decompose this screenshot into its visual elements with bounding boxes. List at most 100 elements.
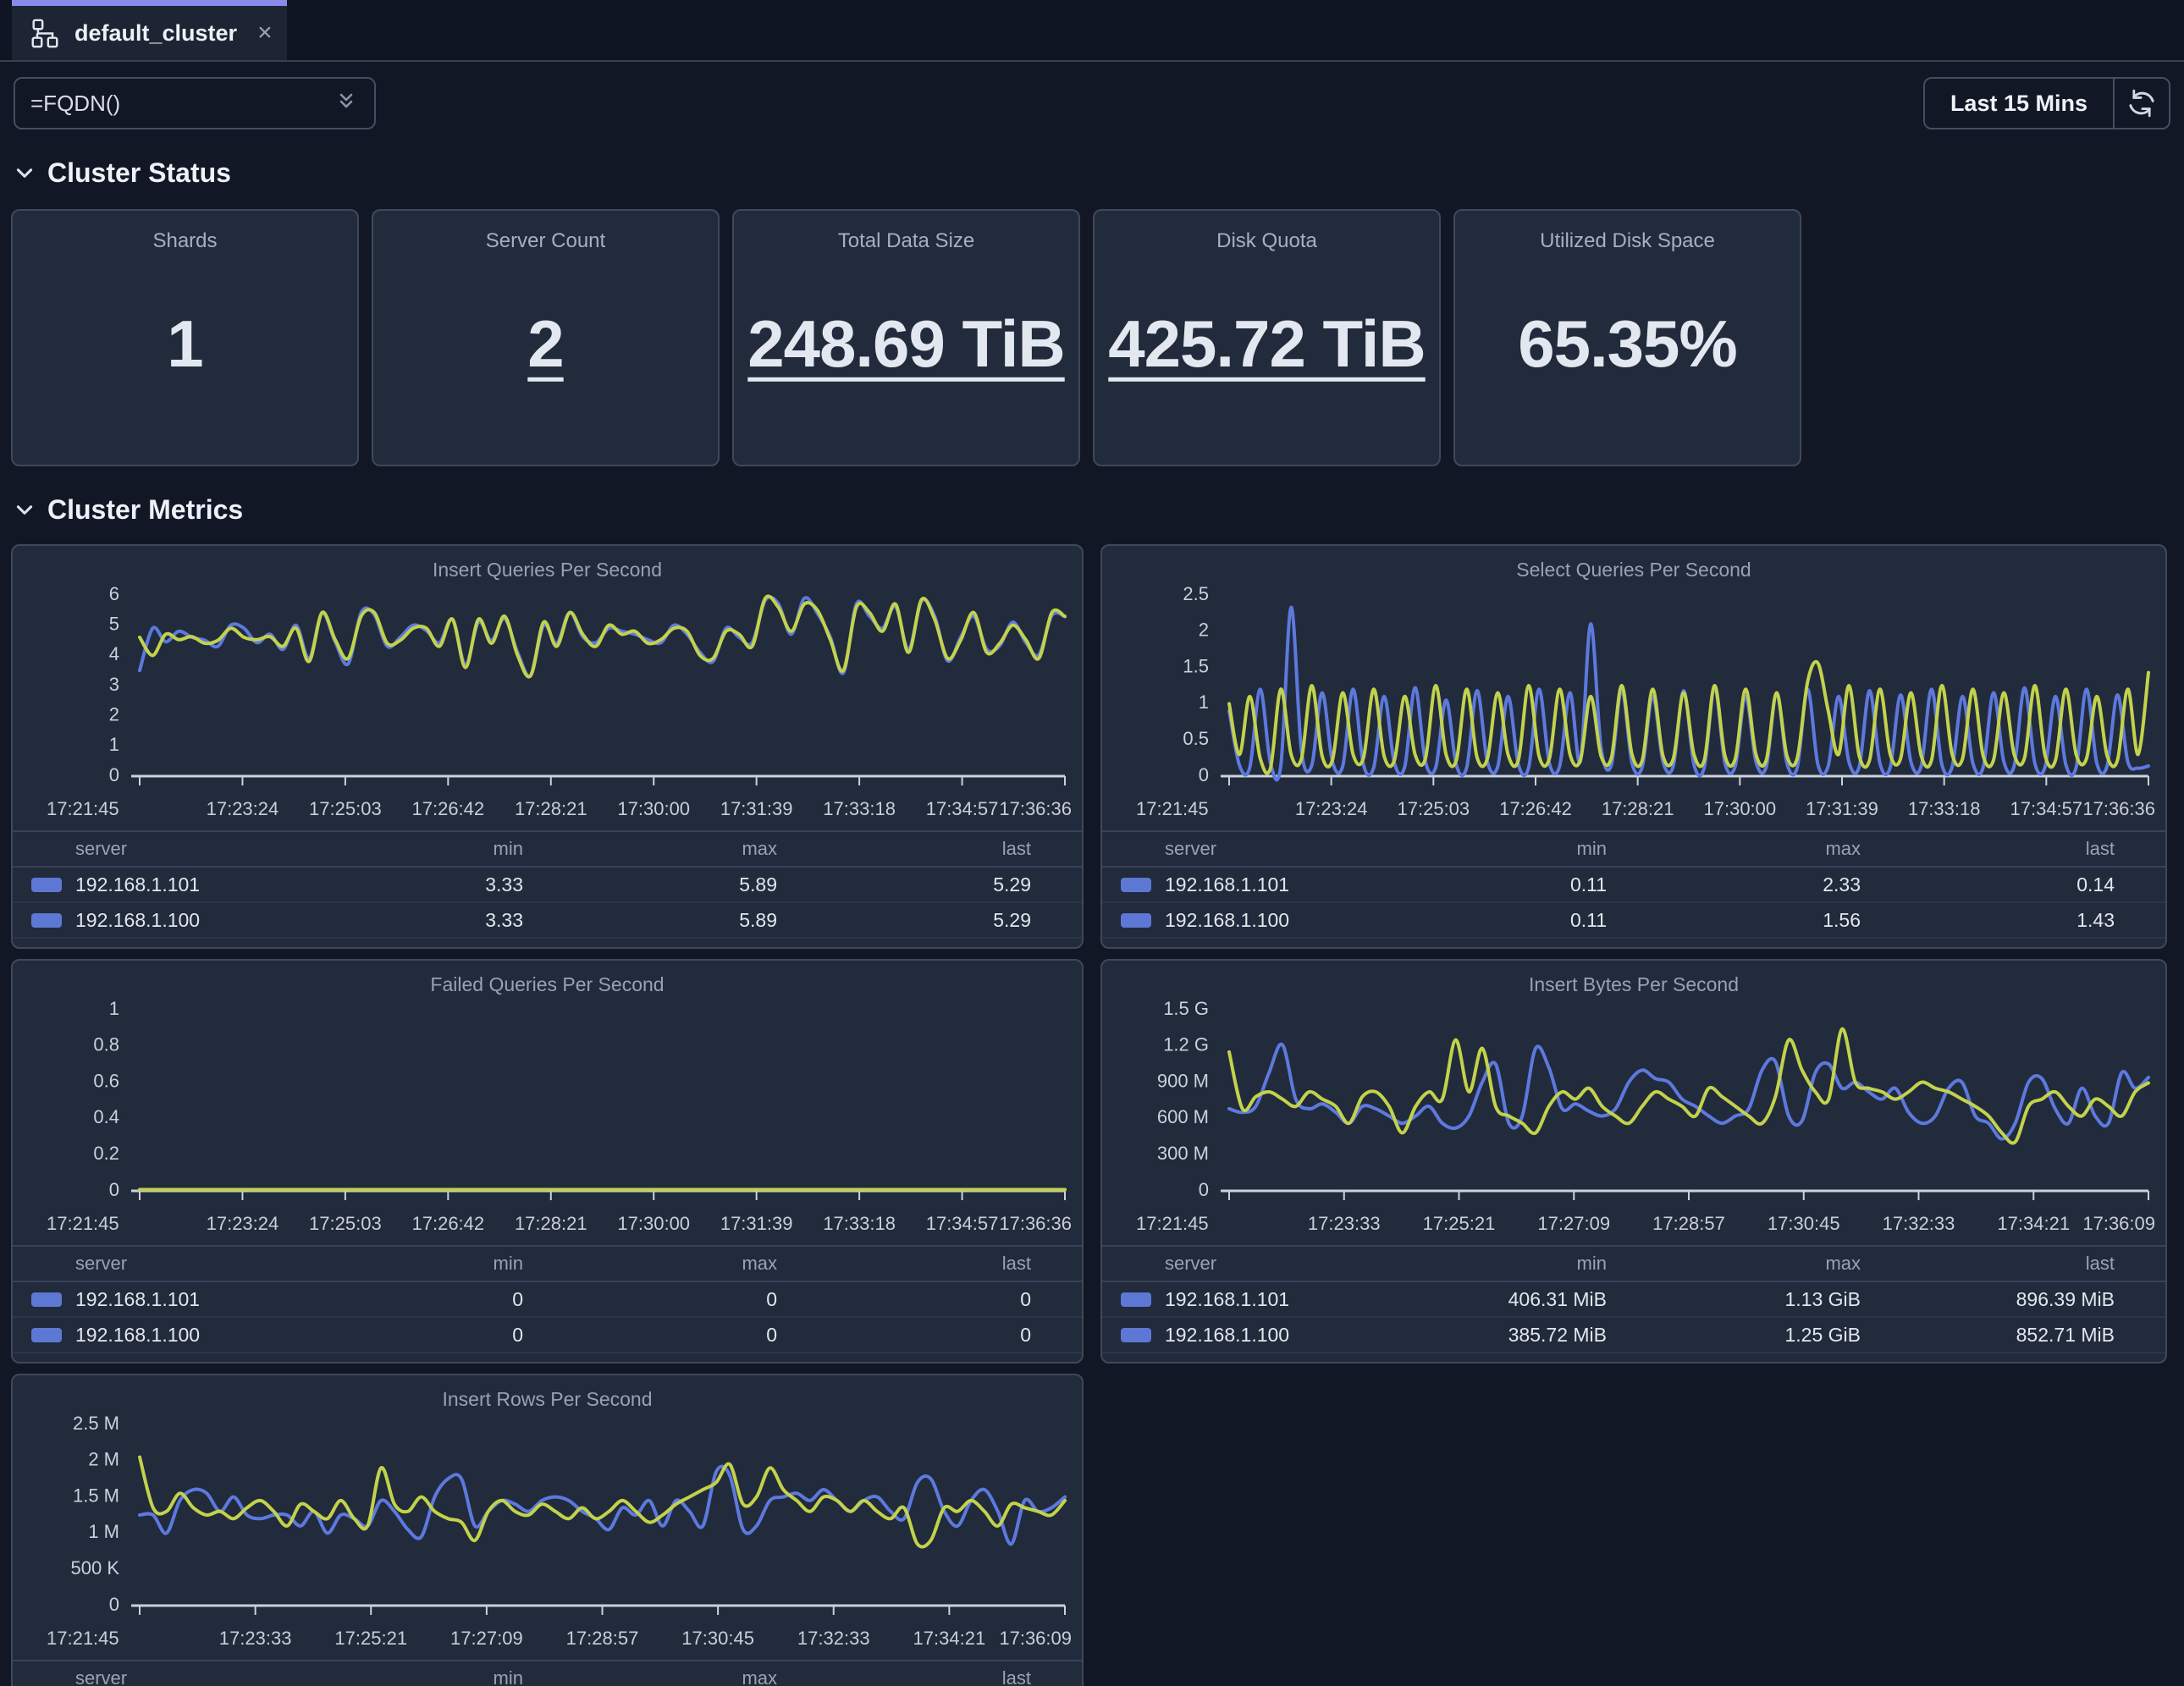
legend-table-header: serverminmaxlast [1102,1247,2165,1282]
cell-min: 0 [269,1324,523,1347]
table-row: 192.168.1.101000 [13,1282,1082,1318]
column-header-server: server [1102,1253,1353,1275]
y-tick-label: 1.5 [1183,655,1209,676]
server-name: 192.168.1.101 [75,1288,200,1311]
tab-title: default_cluster [74,20,237,47]
x-tick-label: 17:36:09 [2082,1213,2155,1235]
cell-max: 1.25 GiB [1607,1324,1861,1347]
x-tick-label: 17:34:21 [1997,1213,2070,1235]
y-tick-label: 1.5 G [1163,998,1209,1019]
y-tick-label: 0.8 [93,1034,119,1055]
x-tick-label: 17:25:21 [334,1628,407,1650]
server-name: 192.168.1.101 [75,873,200,896]
column-header-server: server [13,1667,269,1686]
column-header-max: max [523,1253,777,1275]
x-tick-label: 17:28:57 [566,1628,639,1650]
legend-swatch [1121,878,1151,892]
chart-title: Failed Queries Per Second [13,961,1082,996]
y-tick-label: 0.4 [93,1106,119,1127]
section-header-cluster-status[interactable]: Cluster Status [14,155,2170,190]
x-tick-label: 17:21:45 [1136,798,1209,820]
column-header-server: server [13,1253,269,1275]
x-tick-label: 17:31:39 [1806,798,1878,820]
legend-swatch [1121,913,1151,928]
x-tick-label: 17:30:45 [681,1628,754,1650]
column-header-max: max [523,838,777,860]
x-tick-label: 17:21:45 [47,1213,119,1235]
refresh-button[interactable] [2115,79,2169,128]
refresh-icon [2124,85,2159,121]
host-filter-select[interactable]: =FQDN() [14,77,376,129]
stat-value: 65.35% [1455,306,1800,383]
x-axis-labels: 17:21:4517:23:2417:25:0317:26:4217:28:21… [13,795,1082,829]
status-cards-row: Shards 1 Server Count 2 Total Data Size … [11,209,2170,466]
table-row: 192.168.1.1010.112.330.14 [1102,868,2165,903]
cell-max: 5.89 [523,909,777,932]
x-axis-labels: 17:21:4517:23:3317:25:2117:27:0917:28:57… [13,1624,1082,1658]
x-tick-label: 17:36:36 [999,1213,1072,1235]
y-tick-label: 0 [1199,1179,1209,1200]
legend-table: serverminmaxlast [13,1660,1082,1686]
y-tick-label: 1.2 G [1163,1034,1209,1055]
cluster-dashboard: default_cluster × =FQDN() Last 15 Mins [0,0,2184,1686]
chevron-down-icon [14,499,36,521]
double-chevron-down-icon [334,88,359,119]
y-tick-label: 2.5 [1183,583,1209,604]
x-tick-label: 17:31:39 [720,1213,793,1235]
x-tick-label: 17:21:45 [47,798,119,820]
tab-close-icon[interactable]: × [257,20,273,46]
stat-card-disk-quota: Disk Quota 425.72 TiB [1093,209,1441,466]
server-name: 192.168.1.100 [1165,909,1289,932]
x-tick-label: 17:34:57 [2010,798,2083,820]
line-chart: 00.511.522.5 [1102,581,2165,795]
cell-max: 1.56 [1607,909,1861,932]
column-header-max: max [1607,838,1861,860]
tab-default-cluster[interactable]: default_cluster × [12,0,287,60]
stat-value[interactable]: 425.72 TiB [1095,306,1439,383]
y-tick-label: 0.6 [93,1070,119,1091]
x-tick-label: 17:23:24 [1295,798,1368,820]
series-line [140,1457,1065,1547]
server-name: 192.168.1.101 [1165,1288,1289,1311]
column-header-max: max [523,1667,777,1686]
cell-min: 385.72 MiB [1353,1324,1607,1347]
stat-card-total-data-size: Total Data Size 248.69 TiB [732,209,1080,466]
y-tick-label: 0 [109,764,119,785]
y-tick-label: 2 [1199,620,1209,641]
column-header-last: last [777,1253,1031,1275]
x-tick-label: 17:32:33 [1883,1213,1955,1235]
cell-max: 1.13 GiB [1607,1288,1861,1311]
column-header-last: last [1861,838,2115,860]
legend-swatch [31,913,62,928]
x-tick-label: 17:25:03 [309,798,382,820]
y-tick-label: 1 [109,998,119,1019]
cell-last: 1.43 [1861,909,2115,932]
column-header-last: last [777,1667,1031,1686]
x-tick-label: 17:36:09 [999,1628,1072,1650]
legend-table: serverminmaxlast192.168.1.101406.31 MiB1… [1102,1245,2165,1353]
x-tick-label: 17:30:45 [1768,1213,1840,1235]
legend-table-header: serverminmaxlast [1102,832,2165,868]
line-chart: 0123456 [13,581,1082,795]
column-header-last: last [1861,1253,2115,1275]
legend-table-header: serverminmaxlast [13,832,1082,868]
legend-swatch [31,878,62,892]
stat-value[interactable]: 248.69 TiB [734,306,1078,383]
x-tick-label: 17:27:09 [1537,1213,1610,1235]
cell-last: 852.71 MiB [1861,1324,2115,1347]
cell-max: 0 [523,1324,777,1347]
time-range-button[interactable]: Last 15 Mins [1925,79,2115,128]
server-name: 192.168.1.100 [75,1324,200,1347]
x-tick-label: 17:33:18 [823,798,896,820]
stat-value[interactable]: 2 [373,306,718,383]
legend-swatch [1121,1292,1151,1307]
time-range-group: Last 15 Mins [1923,77,2170,129]
stat-card-utilized-disk-space: Utilized Disk Space 65.35% [1453,209,1801,466]
legend-table: serverminmaxlast192.168.1.1010.112.330.1… [1102,830,2165,939]
x-tick-label: 17:36:36 [999,798,1072,820]
cell-min: 0.11 [1353,909,1607,932]
y-tick-label: 5 [109,613,119,634]
cell-min: 0 [269,1288,523,1311]
cluster-icon [29,17,61,49]
section-header-cluster-metrics[interactable]: Cluster Metrics [14,492,2170,527]
